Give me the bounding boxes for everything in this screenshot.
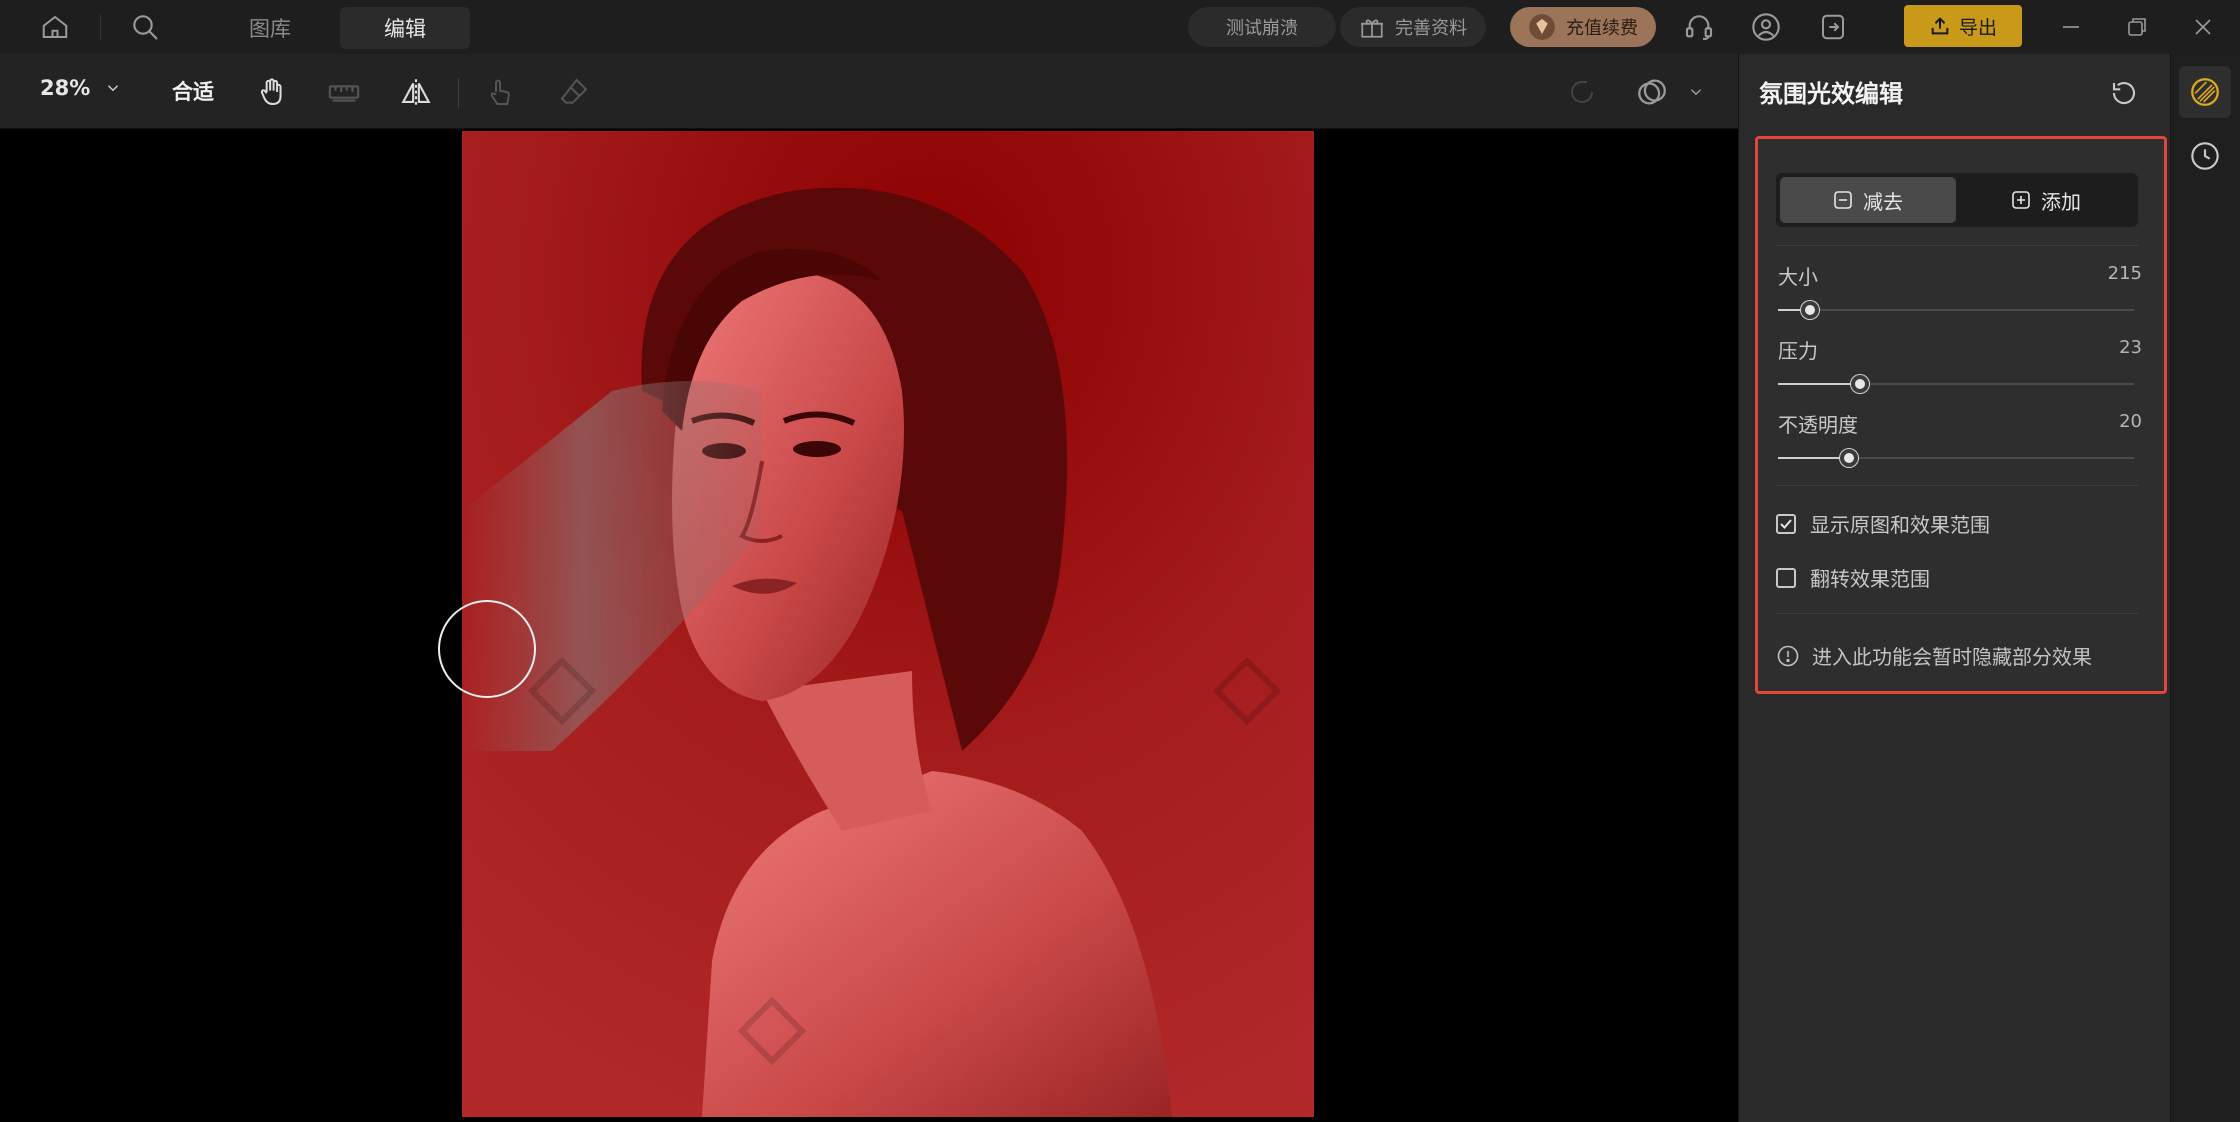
nav-tab-edit[interactable]: 编辑 — [340, 7, 470, 49]
info-icon — [1776, 644, 1800, 668]
add-mode-label: 添加 — [2041, 189, 2081, 214]
subtract-mode-label: 减去 — [1863, 189, 1903, 214]
zoom-value: 28% — [40, 76, 91, 100]
opacity-slider[interactable] — [1778, 449, 2134, 467]
pressure-slider[interactable] — [1778, 375, 2134, 393]
touch-icon[interactable] — [480, 72, 520, 112]
opacity-slider-handle[interactable] — [1840, 449, 1859, 467]
size-slider-handle[interactable] — [1801, 301, 1820, 319]
brush-cursor — [438, 600, 536, 698]
home-icon[interactable] — [34, 6, 76, 48]
pressure-value: 23 — [2119, 337, 2142, 358]
opacity-value: 20 — [2119, 411, 2142, 432]
photo-with-mask-overlay[interactable] — [462, 131, 1314, 1117]
export-label: 导出 — [1958, 16, 1997, 39]
ruler-icon[interactable] — [324, 72, 364, 112]
size-slider[interactable] — [1778, 301, 2134, 319]
overlay-icon[interactable] — [1632, 72, 1672, 112]
recharge-button[interactable]: 充值续费 — [1510, 7, 1656, 47]
complete-profile-label: 完善资料 — [1395, 18, 1467, 39]
divider — [100, 14, 101, 40]
checkbox-checked-icon[interactable] — [1776, 513, 1796, 534]
user-icon[interactable] — [1745, 6, 1787, 48]
divider — [1776, 485, 2138, 486]
minus-square-icon — [1833, 190, 1853, 210]
divider — [1776, 245, 2138, 246]
pressure-slider-fill — [1778, 383, 1860, 385]
headset-icon[interactable] — [1678, 6, 1720, 48]
mode-toggle: 减去 添加 — [1776, 173, 2138, 227]
search-icon[interactable] — [124, 6, 166, 48]
gem-icon — [1528, 13, 1556, 41]
invert-range-checkbox[interactable]: 翻转效果范围 — [1776, 563, 1930, 592]
invert-range-label: 翻转效果范围 — [1810, 567, 1930, 591]
chevron-down-icon — [104, 79, 122, 97]
tool-bar: 28% 合适 — [0, 54, 1738, 129]
brush-settings-box: 减去 添加 大小 215 压力 23 不透明度 20 显示原图和效果范围 翻转效… — [1755, 136, 2167, 694]
title-bar: 图库 编辑 测试崩溃 完善资料 充值续费 导出 — [0, 0, 2240, 54]
info-text: 进入此功能会暂时隐藏部分效果 — [1812, 645, 2092, 669]
show-original-label: 显示原图和效果范围 — [1810, 513, 1990, 537]
minimize-icon[interactable] — [2050, 6, 2092, 48]
export-button[interactable]: 导出 — [1904, 5, 2022, 47]
show-original-checkbox[interactable]: 显示原图和效果范围 — [1776, 509, 1990, 538]
crash-test-button[interactable]: 测试崩溃 — [1188, 7, 1336, 47]
restore-icon[interactable] — [2116, 6, 2158, 48]
zoom-select[interactable]: 28% — [40, 76, 122, 100]
subtract-mode-button[interactable]: 减去 — [1780, 177, 1956, 223]
recharge-label: 充值续费 — [1566, 18, 1638, 39]
complete-profile-button[interactable]: 完善资料 — [1340, 7, 1486, 47]
panel-title: 氛围光效编辑 — [1759, 80, 1903, 108]
reset-icon[interactable] — [2109, 78, 2139, 108]
opacity-slider-fill — [1778, 457, 1850, 459]
overlay-dropdown-icon[interactable] — [1676, 72, 1716, 112]
divider — [1776, 613, 2138, 614]
logout-icon[interactable] — [1812, 6, 1854, 48]
eraser-icon[interactable] — [554, 72, 594, 112]
upload-icon — [1929, 15, 1951, 37]
flip-icon[interactable] — [396, 72, 436, 112]
nav-tab-library[interactable]: 图库 — [220, 7, 320, 49]
image-canvas[interactable] — [0, 129, 1738, 1122]
light-effect-panel: 氛围光效编辑 减去 添加 大小 215 压力 23 不透明度 20 显示原图和效… — [1738, 54, 2170, 1122]
opacity-label: 不透明度 — [1778, 413, 1858, 437]
checkbox-unchecked-icon[interactable] — [1776, 567, 1796, 588]
pressure-slider-handle[interactable] — [1850, 375, 1869, 393]
side-tool-strip — [2170, 54, 2240, 1122]
history-icon[interactable] — [2179, 130, 2231, 182]
add-mode-button[interactable]: 添加 — [1958, 177, 2134, 223]
fit-button[interactable]: 合适 — [172, 76, 214, 106]
size-label: 大小 — [1778, 265, 1818, 289]
hand-icon[interactable] — [252, 72, 292, 112]
toolbar-divider — [458, 78, 459, 108]
close-icon[interactable] — [2182, 6, 2224, 48]
pressure-label: 压力 — [1778, 339, 1818, 363]
plus-square-icon — [2011, 190, 2031, 210]
size-value: 215 — [2107, 263, 2142, 284]
undo-icon[interactable] — [1562, 72, 1602, 112]
gift-icon — [1359, 14, 1385, 40]
info-notice: 进入此功能会暂时隐藏部分效果 — [1776, 641, 2092, 670]
light-effect-icon[interactable] — [2179, 66, 2231, 118]
